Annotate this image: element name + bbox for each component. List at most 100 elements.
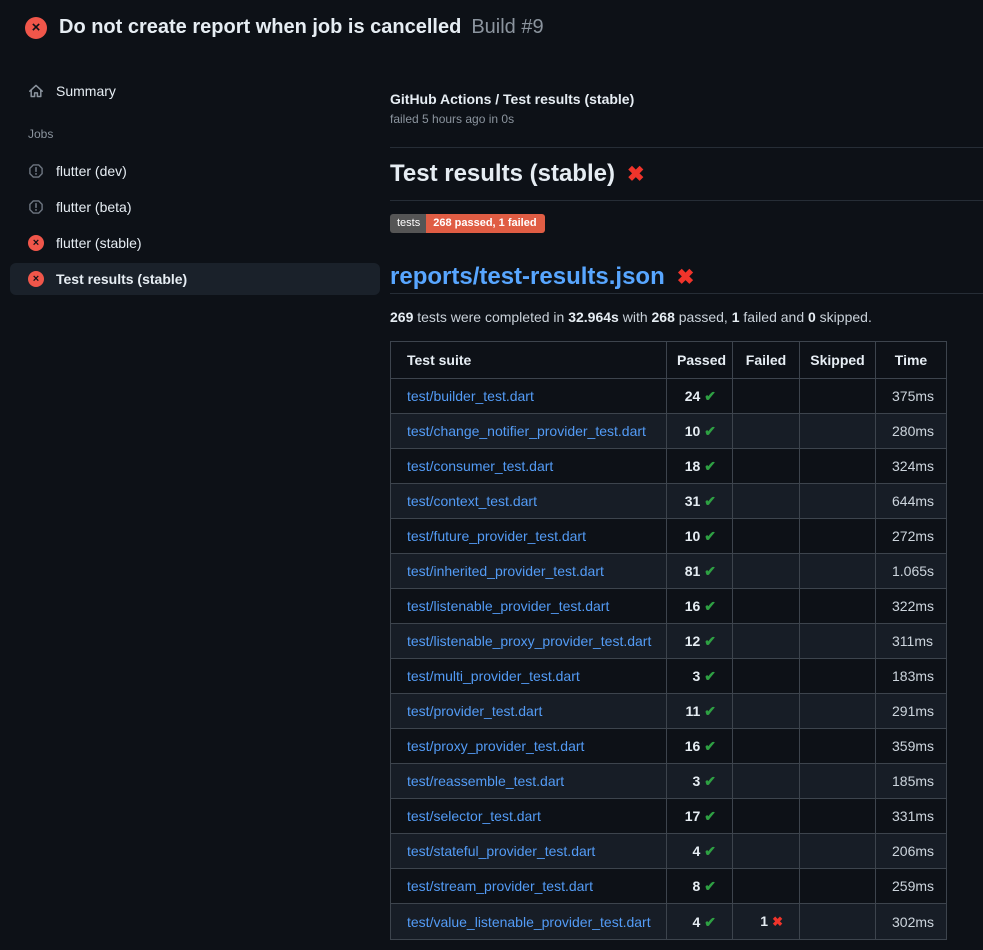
check-icon: ✔: [704, 458, 716, 474]
cell-failed: 1✖: [733, 904, 800, 940]
test-suite-link[interactable]: test/provider_test.dart: [407, 703, 542, 719]
test-suite-link[interactable]: test/proxy_provider_test.dart: [407, 738, 584, 754]
summary-text: 269 tests were completed in 32.964s with…: [390, 309, 983, 325]
main-content: GitHub Actions / Test results (stable) f…: [390, 53, 983, 940]
cell-failed: [733, 764, 800, 799]
table-row: test/proxy_provider_test.dart16✔359ms: [391, 729, 947, 764]
test-suite-link[interactable]: test/context_test.dart: [407, 493, 537, 509]
cell-test-suite: test/context_test.dart: [391, 484, 667, 519]
column-header-passed: Passed: [667, 342, 733, 379]
test-suite-link[interactable]: test/inherited_provider_test.dart: [407, 563, 604, 579]
sidebar-item-label: flutter (dev): [56, 163, 127, 179]
summary-segment: 0: [808, 309, 816, 325]
summary-segment: 268: [652, 309, 675, 325]
column-header-failed: Failed: [733, 342, 800, 379]
sidebar-item-summary[interactable]: Summary: [10, 75, 380, 107]
sidebar-item-label: flutter (beta): [56, 199, 131, 215]
cell-time: 331ms: [876, 799, 947, 834]
cell-skipped: [800, 554, 876, 589]
failed-circle-icon: ×: [28, 271, 44, 287]
section-title: Test results (stable) ✖: [390, 160, 983, 188]
sidebar-item-label: flutter (stable): [56, 235, 142, 251]
cell-passed-count: 12: [685, 633, 701, 649]
table-row: test/future_provider_test.dart 10✔ 272ms: [391, 519, 947, 554]
cell-failed: [733, 869, 800, 904]
summary-segment: 32.964s: [568, 309, 619, 325]
summary-segment: skipped.: [816, 309, 872, 325]
test-suite-link[interactable]: test/change_notifier_provider_test.dart: [407, 423, 646, 439]
sidebar-item-flutter-stable[interactable]: ×flutter (stable): [10, 227, 380, 259]
cell-failed: [733, 554, 800, 589]
column-header-test-suite: Test suite: [391, 342, 667, 379]
cell-passed-count: 81: [685, 563, 701, 579]
test-suite-link[interactable]: test/listenable_proxy_provider_test.dart: [407, 633, 651, 649]
failed-x-icon: ✖: [627, 164, 645, 185]
cell-passed-count: 11: [685, 703, 700, 719]
table-row: test/inherited_provider_test.dart81✔1.06…: [391, 554, 947, 589]
test-suite-link[interactable]: test/builder_test.dart: [407, 388, 534, 404]
cell-passed: 4✔: [667, 904, 733, 940]
table-row: test/selector_test.dart 17✔ 331ms: [391, 799, 947, 834]
cancelled-octagon-icon: [28, 199, 44, 215]
summary-segment: tests were completed in: [413, 309, 568, 325]
cell-passed: 3✔: [667, 659, 733, 694]
cell-skipped: [800, 449, 876, 484]
cell-time: 291ms: [876, 694, 947, 729]
cell-time: 644ms: [876, 484, 947, 519]
cell-test-suite: test/multi_provider_test.dart: [391, 659, 667, 694]
cell-failed: [733, 414, 800, 449]
cell-passed: 17✔: [667, 799, 733, 834]
table-row: test/listenable_proxy_provider_test.dart…: [391, 624, 947, 659]
cell-time: 183ms: [876, 659, 947, 694]
cell-passed-count: 3: [692, 773, 700, 789]
sidebar-item-flutter-dev[interactable]: flutter (dev): [10, 155, 380, 187]
cell-passed-count: 17: [685, 808, 701, 824]
home-icon: [28, 83, 44, 99]
column-header-time: Time: [876, 342, 947, 379]
tests-status-badge: tests 268 passed, 1 failed: [390, 214, 545, 233]
cell-skipped: [800, 379, 876, 414]
cell-passed: 10✔: [667, 519, 733, 554]
sidebar-item-test-results-stable[interactable]: ×Test results (stable): [10, 263, 380, 295]
table-row: test/stateful_provider_test.dart4✔206ms: [391, 834, 947, 869]
test-suite-link[interactable]: test/selector_test.dart: [407, 808, 541, 824]
run-status-line: failed 5 hours ago in 0s: [390, 112, 983, 126]
cell-time: 359ms: [876, 729, 947, 764]
test-suite-link[interactable]: test/value_listenable_provider_test.dart: [407, 914, 651, 930]
table-row: test/multi_provider_test.dart 3✔ 183ms: [391, 659, 947, 694]
cell-test-suite: test/listenable_proxy_provider_test.dart: [391, 624, 667, 659]
test-suite-link[interactable]: test/consumer_test.dart: [407, 458, 553, 474]
cell-skipped: [800, 869, 876, 904]
cell-failed: [733, 449, 800, 484]
summary-segment: passed,: [675, 309, 732, 325]
summary-segment: 1: [732, 309, 740, 325]
cell-failed-count: 1: [760, 913, 768, 929]
cell-skipped: [800, 764, 876, 799]
test-suite-link[interactable]: test/listenable_provider_test.dart: [407, 598, 609, 614]
report-file-link[interactable]: reports/test-results.json ✖: [390, 263, 983, 291]
cell-passed-count: 18: [685, 458, 701, 474]
sidebar-item-flutter-beta[interactable]: flutter (beta): [10, 191, 380, 223]
cell-skipped: [800, 659, 876, 694]
cell-test-suite: test/builder_test.dart: [391, 379, 667, 414]
cell-skipped: [800, 484, 876, 519]
test-suite-link[interactable]: test/multi_provider_test.dart: [407, 668, 580, 684]
cell-test-suite: test/future_provider_test.dart: [391, 519, 667, 554]
table-row: test/context_test.dart31✔644ms: [391, 484, 947, 519]
cell-time: 324ms: [876, 449, 947, 484]
cell-skipped: [800, 904, 876, 940]
cell-failed: [733, 589, 800, 624]
cell-skipped: [800, 729, 876, 764]
test-suite-link[interactable]: test/stream_provider_test.dart: [407, 878, 593, 894]
cell-passed-count: 31: [685, 493, 701, 509]
cell-failed: [733, 379, 800, 414]
test-suite-link[interactable]: test/reassemble_test.dart: [407, 773, 564, 789]
cell-time: 272ms: [876, 519, 947, 554]
test-suite-link[interactable]: test/stateful_provider_test.dart: [407, 843, 595, 859]
check-icon: ✔: [704, 528, 716, 544]
check-icon: ✔: [704, 563, 716, 579]
test-suite-link[interactable]: test/future_provider_test.dart: [407, 528, 586, 544]
cell-passed: 81✔: [667, 554, 733, 589]
cell-passed: 12✔: [667, 624, 733, 659]
table-header-row: Test suite Passed Failed Skipped Time: [391, 342, 947, 379]
